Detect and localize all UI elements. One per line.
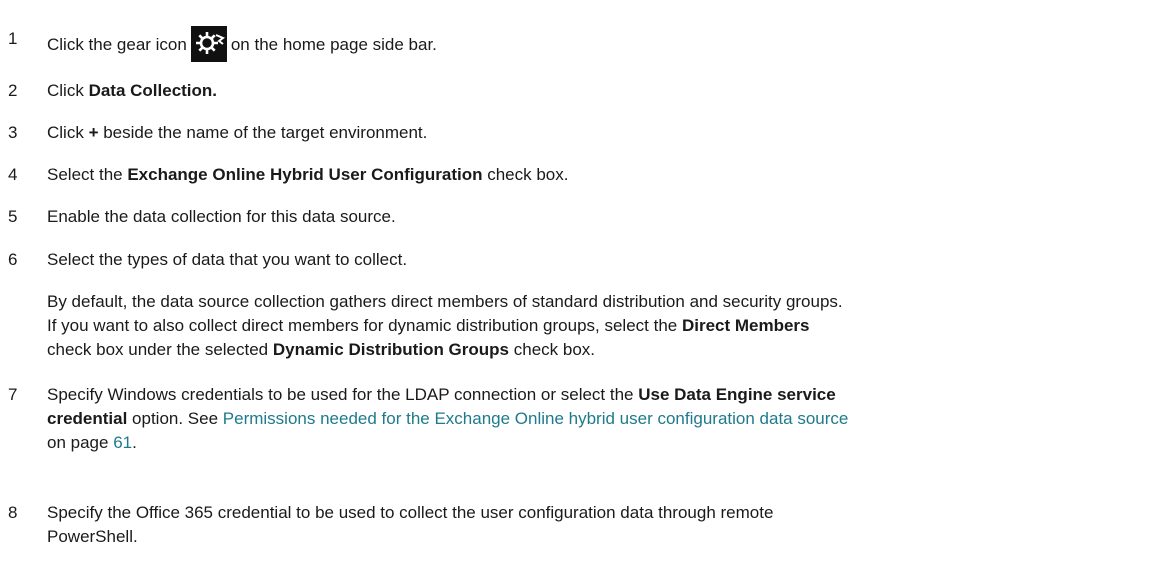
step-text: Select the Exchange Online Hybrid User C… [47,165,569,184]
note-line-3: check box under the selected Dynamic Dis… [47,340,596,359]
step-number: 7 [8,385,18,404]
step-text: Specify the Office 365 credential to be … [47,503,774,546]
step-text: Select the types of data that you want t… [47,250,408,269]
step-number: 2 [8,81,18,100]
gear-icon [190,26,227,62]
step-text: Click Data Collection. [47,81,218,100]
note-line-1: By default, the data source collection g… [47,292,843,311]
step-number: 5 [8,207,18,226]
note-paragraph: By default, the data source collection g… [47,290,1165,362]
step-text: Click + beside the name of the target en… [47,123,428,142]
step-text: Click the gear icon on the home page side… [47,26,1165,62]
step-number: 4 [8,165,18,184]
step-number: 1 [8,29,18,48]
step-number: 6 [8,250,18,269]
note-line-2: If you want to also collect direct membe… [47,316,810,335]
step-number: 3 [8,123,18,142]
page-link[interactable]: 61 [113,433,132,452]
step-number: 8 [8,503,18,522]
step-text: Specify Windows credentials to be used f… [47,385,849,452]
step-text: Enable the data collection for this data… [47,207,396,226]
permissions-link[interactable]: Permissions needed for the Exchange Onli… [223,409,849,428]
